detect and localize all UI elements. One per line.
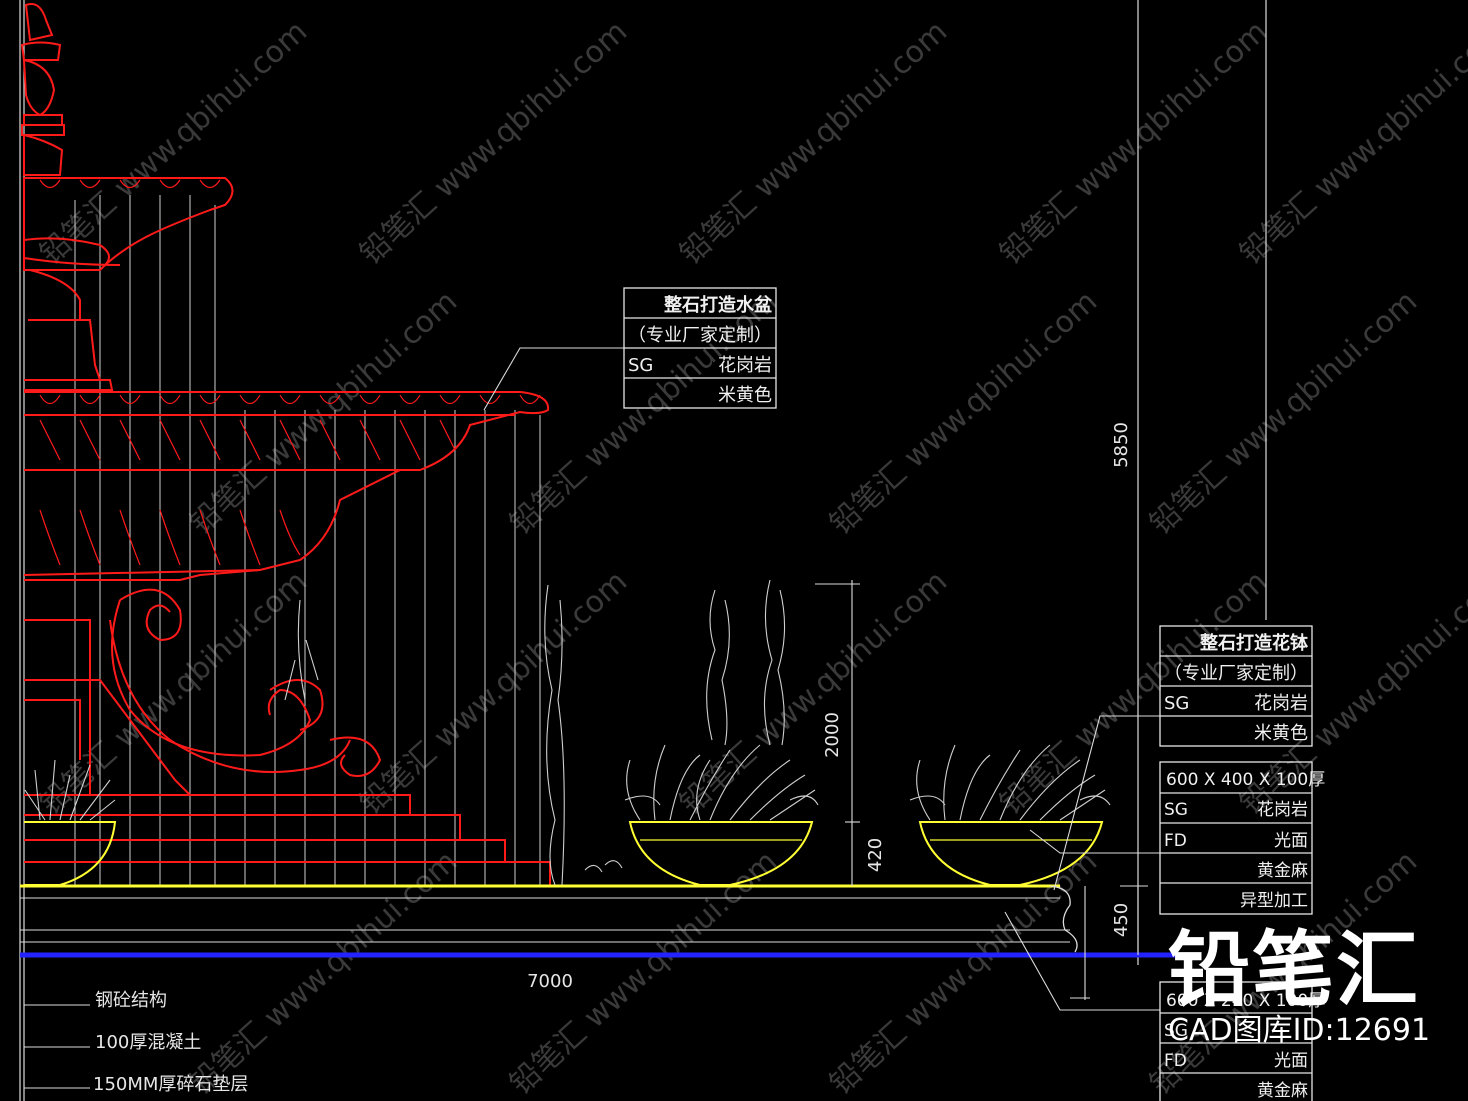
basin-color: 米黄色 [718,385,772,406]
water-streams [74,195,541,885]
brand-id-text: CAD图库ID:12691 [1168,1013,1431,1048]
step-size: 600 X 400 X 100厚 [1166,770,1325,790]
step-process: 异型加工 [1240,891,1308,911]
dim-plant-height: 2000 [822,712,843,758]
dim-pot-height: 420 [865,838,886,872]
layer-rc-structure: 钢砼结构 [95,990,167,1011]
brand-logo: 铅笔汇 [1168,923,1421,1018]
pot-title: 整石打造花钵 [1199,632,1309,654]
watermark-text: 铅笔汇 www.qbihui.com [183,284,464,542]
step-code-fd: FD [1164,831,1187,851]
basin-title: 整石打造水盆 [663,294,773,316]
pot-code-sg: SG [1164,693,1189,714]
pot-note: （专业厂家定制） [1164,663,1308,684]
layer-concrete: 100厚混凝土 [95,1032,201,1053]
step-finish: 光面 [1274,831,1308,851]
bowl-ribbing [39,179,541,566]
brand-block: 铅笔汇 CAD图库ID:12691 [1168,928,1458,1048]
dim-width: 7000 [527,971,573,992]
basin-code-sg: SG [628,355,653,376]
pot-color: 米黄色 [1254,723,1308,744]
watermark-text: 铅笔汇 www.qbihui.com [503,284,784,542]
watermark-text: 铅笔汇 www.qbihui.com [823,844,1104,1101]
layer-labels: 钢砼结构 100厚混凝土 150MM厚碎石垫层 [24,990,248,1095]
dim-step-height: 450 [1111,903,1132,937]
watermark-text: 铅笔汇 www.qbihui.com [673,14,954,272]
step-code-sg: SG [1164,800,1188,820]
lower-finish: 光面 [1274,1051,1308,1071]
lower-code-fd: FD [1164,1051,1187,1071]
watermark-text: 铅笔汇 www.qbihui.com [823,284,1104,542]
step-material: 花岗岩 [1257,800,1308,820]
watermark-text: 铅笔汇 www.qbihui.com [1233,14,1468,272]
layer-gravel: 150MM厚碎石垫层 [93,1074,248,1095]
basin-note: （专业厂家定制） [628,325,772,346]
frame-lines [19,0,1267,1101]
basin-material: 花岗岩 [718,355,772,376]
watermark-text: 铅笔汇 www.qbihui.com [183,844,464,1101]
lower-stone: 黄金麻 [1257,1081,1308,1101]
pot-material: 花岗岩 [1254,693,1308,714]
watermark-text: 铅笔汇 www.qbihui.com [673,564,954,822]
dim-total-height: 5850 [1111,422,1132,468]
watermark-text: 铅笔汇 www.qbihui.com [993,14,1274,272]
watermark-text: 铅笔汇 www.qbihui.com [1143,284,1424,542]
step-stone: 黄金麻 [1257,861,1308,881]
watermark-text: 铅笔汇 www.qbihui.com [353,14,634,272]
